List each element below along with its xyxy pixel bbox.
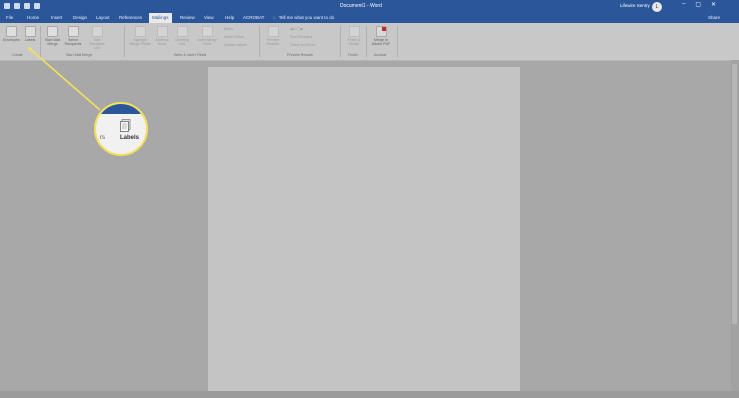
callout-dot <box>28 47 32 51</box>
labels-icon <box>120 119 131 132</box>
callout-pointer <box>28 47 101 111</box>
callout-prev-label: rs <box>100 135 105 141</box>
callout-labels-label: Labels <box>120 135 140 141</box>
callout-line <box>29 48 101 111</box>
magnified-callout: rs Labels <box>94 102 148 156</box>
callout-ribbon-band <box>96 104 146 114</box>
